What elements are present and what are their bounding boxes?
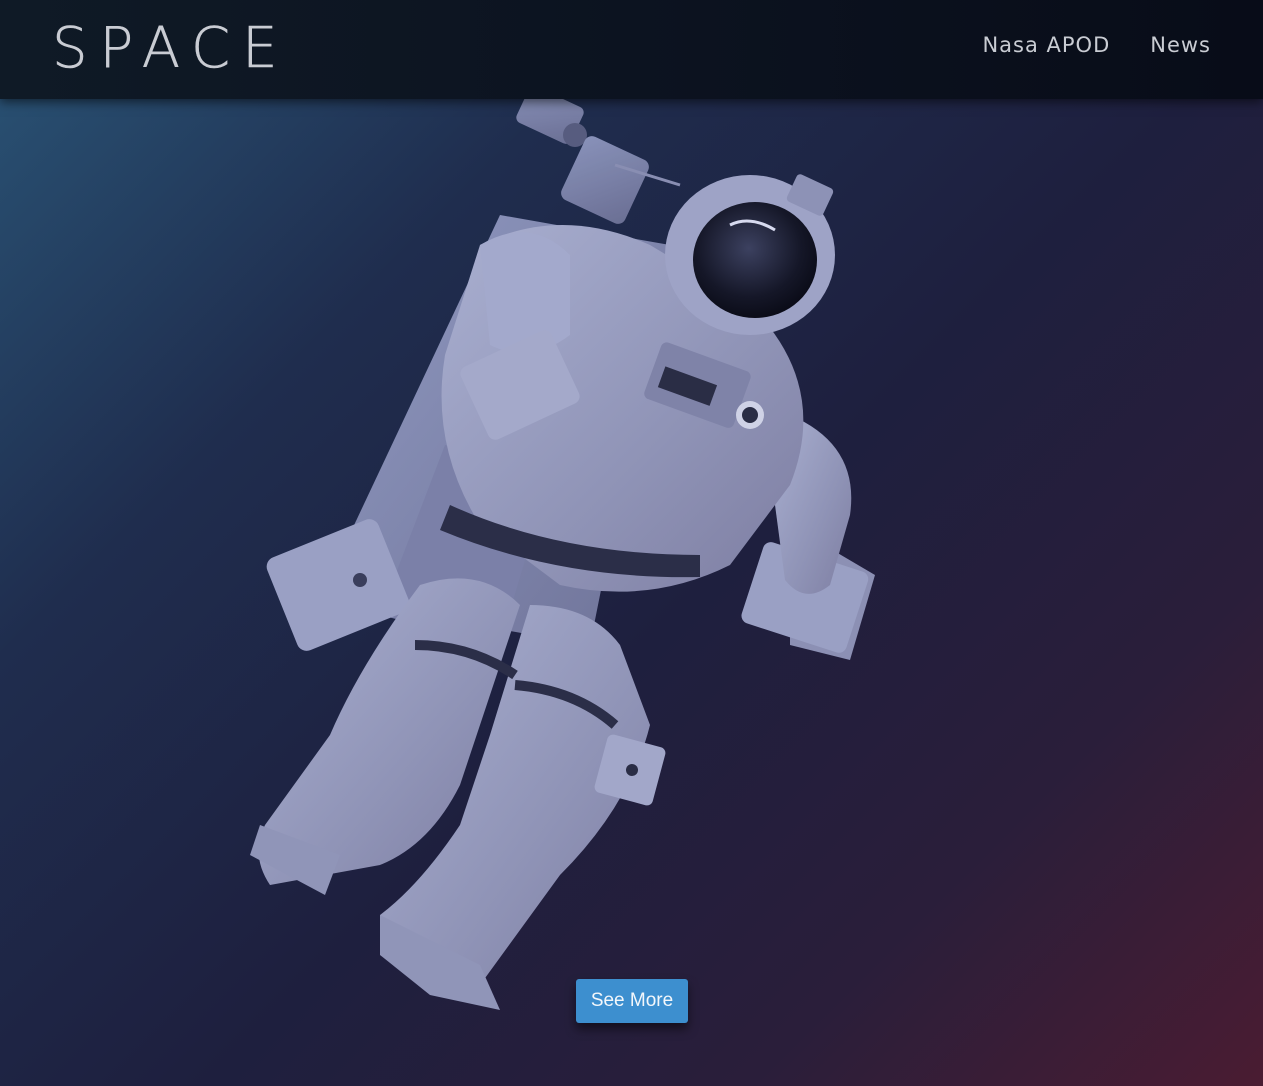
- nav-link-nasa-apod[interactable]: Nasa APOD: [982, 30, 1110, 60]
- nav-links: Nasa APOD News: [982, 30, 1211, 60]
- site-logo[interactable]: SPACE: [52, 14, 290, 84]
- top-navbar: SPACE Nasa APOD News: [0, 0, 1263, 99]
- nav-link-news[interactable]: News: [1150, 30, 1211, 60]
- astronaut-image: [250, 86, 875, 1010]
- suit-left-arm: [480, 232, 570, 353]
- see-more-button[interactable]: See More: [576, 979, 688, 1023]
- helmet-camera: [516, 86, 681, 224]
- helmet: [665, 174, 835, 335]
